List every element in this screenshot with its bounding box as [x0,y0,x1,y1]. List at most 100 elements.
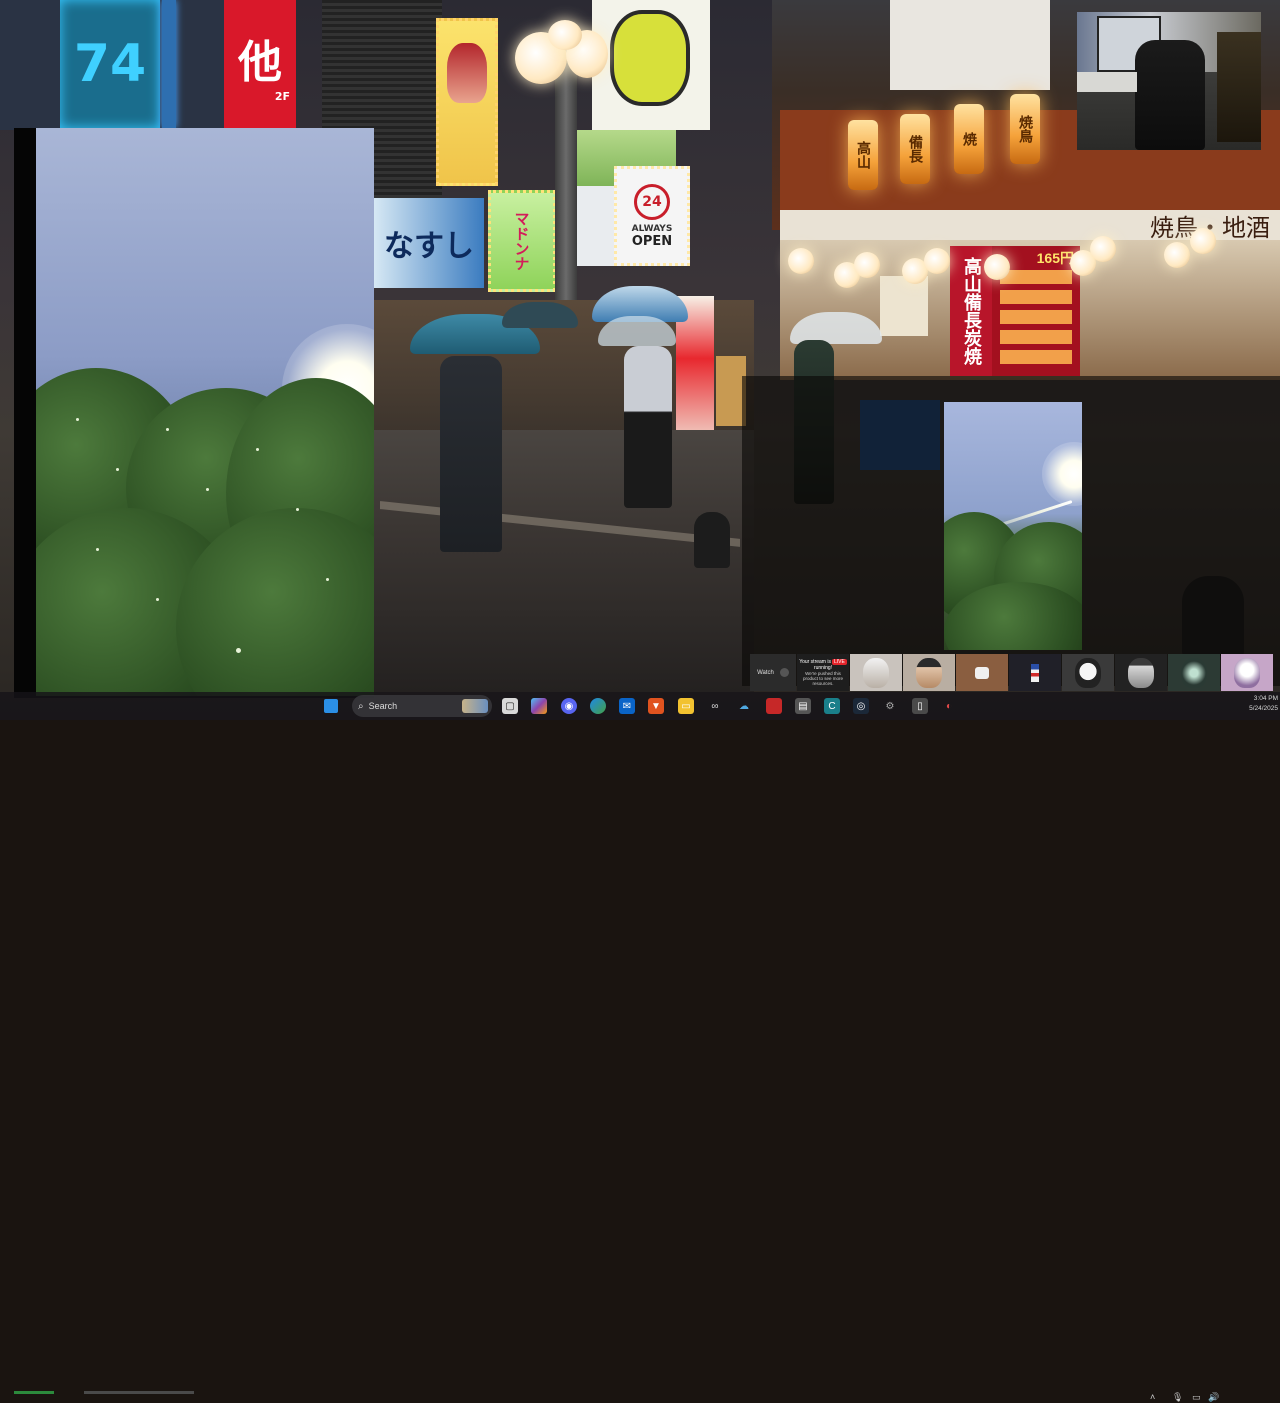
file-icon[interactable]: ▯ [912,698,928,714]
windows-taskbar: ⌕ Search ▢ ◉ ✉ ▼ ▭ ∞ ☁ ▤ C ◎ ⚙ ▯ ◐ ˄ 🎙 ▭… [0,692,1280,1402]
infinity-icon[interactable]: ∞ [707,698,723,714]
network-icon[interactable]: ▭ [1192,1392,1201,1403]
clock-date: 5/24/2025 [1249,705,1278,712]
bollard [694,512,730,568]
madonna-text: マドンナ [512,211,531,271]
tray-chevron-up-icon[interactable]: ˄ [1150,1392,1155,1402]
blossom-dot [256,448,259,451]
avatar-face-icon [863,657,889,688]
blossom-dot [296,508,299,511]
lantern-3: 焼 [954,104,984,174]
steam-icon[interactable]: ◎ [853,698,869,714]
blossom-dot [206,488,209,491]
camera-icon [975,666,989,679]
document-icon[interactable]: ▤ [795,698,811,714]
globe-light-5 [924,248,950,274]
avatar-pink-icon [1234,657,1260,688]
left-video-player[interactable] [36,128,374,696]
obs-record-icon[interactable]: ◐ [941,698,957,714]
blossom-dot [236,648,241,653]
search-placeholder: Search [368,701,398,711]
tile-avatar-1[interactable] [850,654,902,691]
lantern-1: 高山 [848,120,878,190]
small-streetlight-flare [1042,442,1082,506]
tile-flag[interactable] [1009,654,1061,691]
red-app-icon[interactable] [766,698,782,714]
nasushi-text: なすし [384,229,474,264]
price-tag: 165円 [1036,250,1074,266]
edge-icon[interactable] [590,698,606,714]
madonna-sign: マドンナ [488,190,556,292]
speaker-icon[interactable]: 🔊 [1208,1392,1219,1403]
flag-icon [1031,663,1039,682]
discord-icon[interactable]: ◉ [561,698,577,714]
lantern-2: 備長 [900,114,930,184]
nasushi-sign: なすし [374,198,484,288]
outlook-icon[interactable]: ✉ [619,698,635,714]
lantern-2-text: 備長 [907,135,923,163]
tile-avatar-2[interactable] [903,654,955,691]
search-icon: ⌕ [358,700,364,712]
globe-light-8 [1090,236,1116,262]
gear-icon[interactable]: ⚙ [882,698,898,714]
tile-avatar-4[interactable] [1115,654,1167,691]
lantern-1-text: 高山 [855,141,871,169]
watch-label: Watch [757,669,774,676]
blossom-dot [156,598,159,601]
vertical-neon-strip [162,0,176,128]
webcam-shelf [1217,32,1261,142]
tile-avatar-6[interactable] [1221,654,1273,691]
tile-avatar-5[interactable] [1168,654,1220,691]
always-open-line2: OPEN [631,233,673,249]
red-shop-sign: 他 2F [224,0,296,128]
weather-icon[interactable] [324,699,338,713]
blossom-dot [76,418,79,421]
globe-light-3 [854,252,880,278]
blossom-dot [96,548,99,551]
poster-sign [436,18,498,186]
brave-icon[interactable]: ▼ [648,698,664,714]
globe-light-6 [984,254,1010,280]
blossom-dot [166,428,169,431]
avatar-portrait-icon [1128,657,1154,688]
webcam-desk [1077,72,1137,92]
left-video-frame [14,128,374,698]
file-explorer-icon[interactable]: ▭ [678,698,694,714]
tray-clock[interactable]: 3:04 PM 5/24/2025 [1220,694,1278,714]
webcam-chair [1135,40,1205,150]
stream-tile-row: Watch Your stream is LIVE running! We're … [750,654,1274,692]
live-badge: LIVE [831,659,847,665]
avatar-sunglasses-icon [916,657,942,688]
small-menu [880,276,928,336]
taskbar-progress-strip [14,1391,194,1394]
always-open-sign: 24 ALWAYS OPEN [614,166,690,266]
watch-tile[interactable]: Watch [750,654,796,691]
globe-light-1 [788,248,814,274]
teal-app-icon[interactable]: C [824,698,840,714]
copilot-icon[interactable] [531,698,547,714]
blossom-dot [326,578,329,581]
avatar-cartoon-icon [1075,657,1101,688]
stream-live-notice[interactable]: Your stream is LIVE running! We're pushed… [797,654,849,691]
small-video-player[interactable] [944,402,1082,650]
lantern-4: 焼鳥 [1010,94,1040,164]
cloud-icon[interactable]: ☁ [736,698,752,714]
microphone-icon[interactable]: 🎙 [1172,1392,1183,1403]
taskbar-search[interactable]: ⌕ Search [352,695,492,717]
watch-settings-icon [779,668,789,677]
red-sign-char: 他 [238,36,282,88]
vertical-red-banner-text: 高山備長炭焼 [961,257,982,365]
person-walking-dark [440,356,502,552]
task-view-icon[interactable]: ▢ [502,698,518,714]
always-open-line1: ALWAYS [631,223,673,234]
webcam-overlay[interactable] [1077,12,1261,150]
avatar-robot-icon [1181,657,1207,688]
tile-avatar-3[interactable] [1062,654,1114,691]
lamp-globe-top [548,20,582,50]
always-open-number: 24 [642,193,662,210]
karaoke-neon-sign: 74 [60,0,160,128]
live-line5: resources. [812,681,834,686]
tile-camera[interactable] [956,654,1008,691]
lantern-4-text: 焼鳥 [1017,115,1033,143]
always-open-clock-icon: 24 [634,183,670,220]
